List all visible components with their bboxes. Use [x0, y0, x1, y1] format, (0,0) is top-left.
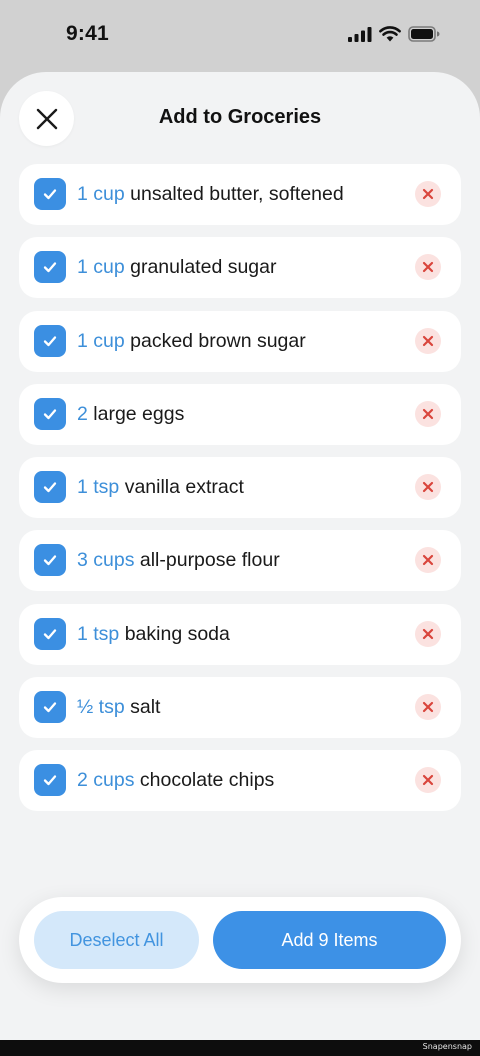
- list-item[interactable]: 1 cup granulated sugar: [19, 237, 461, 299]
- list-item[interactable]: 2 cups chocolate chips: [19, 750, 461, 812]
- item-quantity: 1 cup: [77, 329, 125, 352]
- battery-icon: [408, 26, 440, 42]
- item-text: 2 cups chocolate chips: [77, 769, 274, 792]
- remove-item-button[interactable]: [415, 254, 441, 281]
- item-quantity: 2: [77, 402, 88, 425]
- checkmark-icon: [43, 702, 57, 713]
- add-items-button[interactable]: Add 9 Items: [213, 911, 446, 969]
- item-quantity: 1 cup: [77, 183, 125, 205]
- remove-x-icon: [422, 775, 434, 786]
- remove-item-button[interactable]: [415, 327, 441, 354]
- remove-x-icon: [422, 701, 434, 713]
- item-name: unsalted butter, softened: [130, 183, 344, 205]
- remove-x-icon: [422, 408, 434, 419]
- checkmark-icon: [43, 629, 57, 639]
- item-text: 1 tsp vanilla extract: [77, 476, 244, 499]
- checkmark-icon: [43, 555, 57, 566]
- remove-x-icon: [422, 188, 434, 200]
- item-text: 2 large eggs: [77, 403, 184, 426]
- item-checkbox[interactable]: [34, 764, 66, 797]
- remove-x-icon: [422, 335, 434, 346]
- remove-x-icon: [422, 628, 434, 639]
- list-item[interactable]: ½ tsp salt: [19, 677, 461, 739]
- remove-item-button[interactable]: [415, 620, 441, 647]
- item-text: 1 cup granulated sugar: [77, 256, 276, 279]
- item-checkbox[interactable]: [34, 178, 66, 210]
- checkmark-icon: [43, 409, 57, 420]
- item-checkbox[interactable]: [34, 324, 66, 357]
- action-bar: Deselect All Add 9 Items: [19, 897, 461, 983]
- item-text: 3 cups all-purpose flour: [77, 549, 280, 572]
- item-text: 1 tsp baking soda: [77, 623, 230, 646]
- item-name: baking soda: [124, 622, 230, 645]
- item-name: packed brown sugar: [130, 329, 306, 352]
- checkmark-icon: [43, 775, 57, 786]
- item-checkbox[interactable]: [34, 251, 66, 284]
- item-quantity: 1 cup: [77, 256, 125, 279]
- remove-item-button[interactable]: [415, 694, 441, 721]
- remove-item-button[interactable]: [415, 767, 441, 794]
- list-item[interactable]: 1 cup unsalted butter, softened: [19, 164, 461, 225]
- status-icons: [348, 26, 440, 42]
- item-text: 1 cup unsalted butter, softened: [77, 183, 344, 206]
- watermark: Snapensnap: [422, 1042, 472, 1051]
- item-name: large eggs: [93, 402, 185, 425]
- checkmark-icon: [43, 262, 57, 273]
- item-checkbox[interactable]: [34, 617, 66, 650]
- sheet-title: Add to Groceries: [158, 106, 322, 128]
- remove-item-button[interactable]: [415, 181, 441, 207]
- item-text: 1 cup packed brown sugar: [77, 330, 306, 353]
- remove-item-button[interactable]: [415, 400, 441, 427]
- item-name: chocolate chips: [139, 769, 275, 792]
- cellular-signal-icon: [348, 26, 372, 42]
- item-text: ½ tsp salt: [77, 696, 160, 719]
- item-name: granulated sugar: [130, 256, 277, 279]
- item-checkbox[interactable]: [34, 691, 66, 724]
- list-item[interactable]: 1 tsp vanilla extract: [19, 457, 461, 519]
- item-checkbox[interactable]: [34, 397, 66, 430]
- item-quantity: ½ tsp: [77, 696, 125, 719]
- list-item[interactable]: 1 cup packed brown sugar: [19, 310, 461, 372]
- screen: 9:41 Add to Groceries 1 cup unsalted but…: [0, 0, 480, 1056]
- list-item[interactable]: 2 large eggs: [19, 383, 461, 445]
- ingredient-list: 1 cup unsalted butter, softened 1 cup gra…: [19, 164, 461, 824]
- checkmark-icon: [43, 482, 57, 493]
- remove-x-icon: [422, 482, 434, 493]
- item-name: vanilla extract: [124, 476, 244, 499]
- remove-x-icon: [422, 262, 434, 273]
- deselect-all-button[interactable]: Deselect All: [34, 911, 199, 969]
- item-name: salt: [130, 696, 161, 719]
- status-bar: 9:41: [0, 0, 480, 70]
- item-checkbox[interactable]: [34, 544, 66, 577]
- item-quantity: 1 tsp: [77, 622, 120, 645]
- item-name: all-purpose flour: [139, 549, 280, 572]
- checkmark-icon: [43, 189, 57, 200]
- footer-strip: Snapensnap: [0, 1040, 480, 1056]
- wifi-icon: [379, 26, 401, 42]
- list-item[interactable]: 3 cups all-purpose flour: [19, 530, 461, 592]
- checkmark-icon: [43, 335, 57, 346]
- item-quantity: 1 tsp: [77, 476, 120, 499]
- item-checkbox[interactable]: [34, 471, 66, 504]
- item-quantity: 3 cups: [77, 549, 135, 572]
- remove-item-button[interactable]: [415, 474, 441, 501]
- status-time: 9:41: [66, 22, 109, 45]
- groceries-sheet: Add to Groceries 1 cup unsalted butter, …: [0, 72, 480, 1040]
- remove-item-button[interactable]: [415, 547, 441, 574]
- remove-x-icon: [422, 555, 434, 566]
- list-item[interactable]: 1 tsp baking soda: [19, 603, 461, 665]
- item-quantity: 2 cups: [77, 769, 135, 792]
